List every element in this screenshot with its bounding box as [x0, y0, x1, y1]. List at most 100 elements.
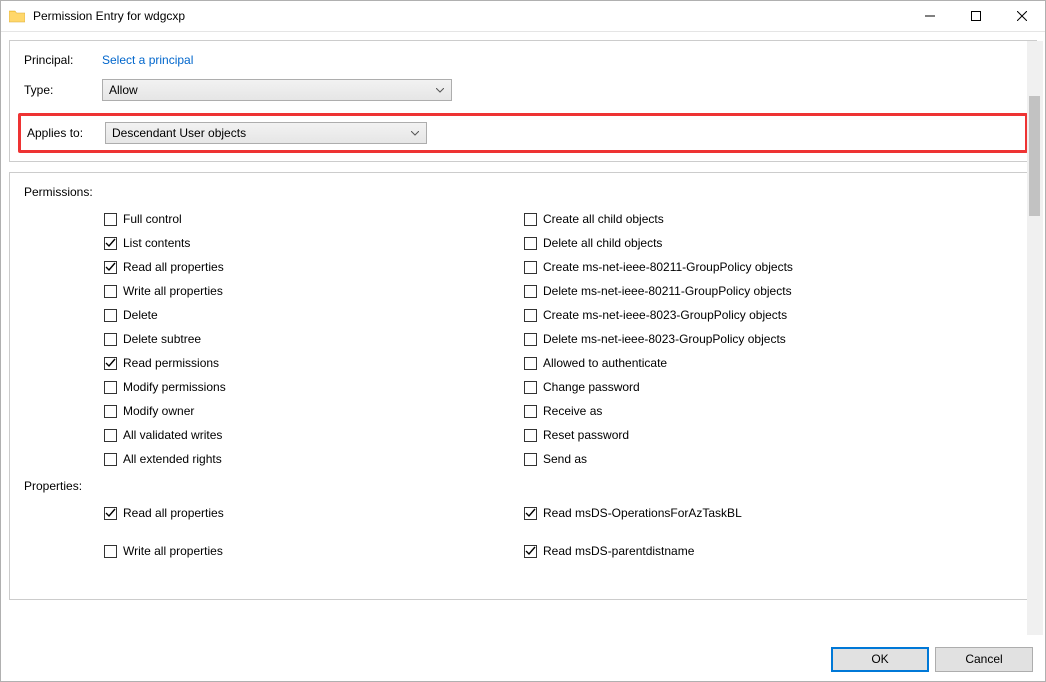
permission-label: Read msDS-parentdistname — [543, 544, 694, 558]
principal-panel: Principal: Select a principal Type: Allo… — [9, 40, 1037, 162]
chevron-down-icon — [408, 131, 422, 136]
permission-entry-window: Permission Entry for wdgcxp Principal: S… — [0, 0, 1046, 682]
permission-item: Read all properties — [104, 255, 524, 279]
applies-to-label: Applies to: — [27, 126, 105, 140]
permission-label: List contents — [123, 236, 190, 250]
checkbox[interactable] — [524, 357, 537, 370]
permission-item: Delete ms-net-ieee-8023-GroupPolicy obje… — [524, 327, 944, 351]
ok-button[interactable]: OK — [831, 647, 929, 672]
permission-item: Delete subtree — [104, 327, 524, 351]
permission-item: Create ms-net-ieee-80211-GroupPolicy obj… — [524, 255, 944, 279]
permission-item: Full control — [104, 207, 524, 231]
permission-label: Receive as — [543, 404, 602, 418]
checkbox[interactable] — [524, 333, 537, 346]
permission-item: Receive as — [524, 399, 944, 423]
checkbox[interactable] — [524, 213, 537, 226]
permission-label: Create ms-net-ieee-80211-GroupPolicy obj… — [543, 260, 793, 274]
type-row: Type: Allow — [24, 79, 1022, 101]
checkbox[interactable] — [524, 285, 537, 298]
permission-label: Reset password — [543, 428, 629, 442]
permission-item: Read all properties — [104, 501, 524, 525]
permission-label: Modify owner — [123, 404, 194, 418]
permission-label: Delete ms-net-ieee-8023-GroupPolicy obje… — [543, 332, 786, 346]
checkbox[interactable] — [104, 237, 117, 250]
permission-label: Write all properties — [123, 284, 223, 298]
permission-label: Delete ms-net-ieee-80211-GroupPolicy obj… — [543, 284, 792, 298]
checkbox[interactable] — [104, 507, 117, 520]
close-button[interactable] — [999, 1, 1045, 31]
window-buttons — [907, 1, 1045, 31]
permission-label: Create ms-net-ieee-8023-GroupPolicy obje… — [543, 308, 787, 322]
checkbox[interactable] — [524, 507, 537, 520]
checkbox[interactable] — [104, 285, 117, 298]
properties-header: Properties: — [24, 479, 1022, 493]
permission-label: Delete subtree — [123, 332, 201, 346]
permission-item: Send as — [524, 447, 944, 471]
folder-icon — [9, 9, 25, 23]
checkbox[interactable] — [104, 545, 117, 558]
permission-item: Read msDS-OperationsForAzTaskBL — [524, 501, 944, 525]
permission-item: All validated writes — [104, 423, 524, 447]
type-dropdown[interactable]: Allow — [102, 79, 452, 101]
type-dropdown-value: Allow — [109, 83, 433, 97]
permission-item: Delete all child objects — [524, 231, 944, 255]
vertical-scrollbar[interactable] — [1027, 41, 1043, 635]
maximize-button[interactable] — [953, 1, 999, 31]
permission-item: Create ms-net-ieee-8023-GroupPolicy obje… — [524, 303, 944, 327]
checkbox[interactable] — [104, 453, 117, 466]
permission-label: Write all properties — [123, 544, 223, 558]
checkbox[interactable] — [524, 453, 537, 466]
chevron-down-icon — [433, 88, 447, 93]
properties-left-column: Read all properties Write all properties — [104, 501, 524, 563]
content-area: Principal: Select a principal Type: Allo… — [1, 32, 1045, 637]
select-principal-link[interactable]: Select a principal — [102, 53, 193, 67]
permission-label: All validated writes — [123, 428, 222, 442]
minimize-button[interactable] — [907, 1, 953, 31]
permission-item: List contents — [104, 231, 524, 255]
permission-item: Change password — [524, 375, 944, 399]
properties-columns: Read all propertiesWrite all properties … — [24, 501, 1022, 563]
checkbox[interactable] — [524, 405, 537, 418]
checkbox[interactable] — [524, 545, 537, 558]
permission-label: Read all properties — [123, 506, 224, 520]
permission-label: Read all properties — [123, 260, 224, 274]
type-label: Type: — [24, 83, 102, 97]
checkbox[interactable] — [104, 261, 117, 274]
permissions-columns: Full control List contents Read all proper… — [24, 207, 1022, 471]
permission-label: Delete — [123, 308, 158, 322]
checkbox[interactable] — [524, 261, 537, 274]
permission-label: Read permissions — [123, 356, 219, 370]
checkbox[interactable] — [524, 381, 537, 394]
scrollbar-thumb[interactable] — [1029, 96, 1040, 216]
dialog-footer: OK Cancel — [1, 637, 1045, 681]
permission-label: Change password — [543, 380, 640, 394]
permission-label: Modify permissions — [123, 380, 226, 394]
permission-label: Create all child objects — [543, 212, 664, 226]
permission-item: Delete — [104, 303, 524, 327]
checkbox[interactable] — [524, 309, 537, 322]
checkbox[interactable] — [104, 429, 117, 442]
permission-label: Allowed to authenticate — [543, 356, 667, 370]
permission-item: Allowed to authenticate — [524, 351, 944, 375]
permission-label: Delete all child objects — [543, 236, 662, 250]
cancel-button[interactable]: Cancel — [935, 647, 1033, 672]
applies-to-dropdown[interactable]: Descendant User objects — [105, 122, 427, 144]
permission-label: Send as — [543, 452, 587, 466]
checkbox[interactable] — [524, 429, 537, 442]
checkbox[interactable] — [524, 237, 537, 250]
permission-item: Write all properties — [104, 539, 524, 563]
applies-to-dropdown-value: Descendant User objects — [112, 126, 408, 140]
permission-item: All extended rights — [104, 447, 524, 471]
permission-item: Create all child objects — [524, 207, 944, 231]
checkbox[interactable] — [104, 381, 117, 394]
checkbox[interactable] — [104, 333, 117, 346]
checkbox[interactable] — [104, 357, 117, 370]
permissions-header: Permissions: — [24, 185, 1022, 199]
checkbox[interactable] — [104, 405, 117, 418]
principal-label: Principal: — [24, 53, 102, 67]
checkbox[interactable] — [104, 309, 117, 322]
permission-item: Delete ms-net-ieee-80211-GroupPolicy obj… — [524, 279, 944, 303]
permissions-panel: Permissions: Full control List contents Re… — [9, 172, 1037, 600]
checkbox[interactable] — [104, 213, 117, 226]
permission-item: Read permissions — [104, 351, 524, 375]
